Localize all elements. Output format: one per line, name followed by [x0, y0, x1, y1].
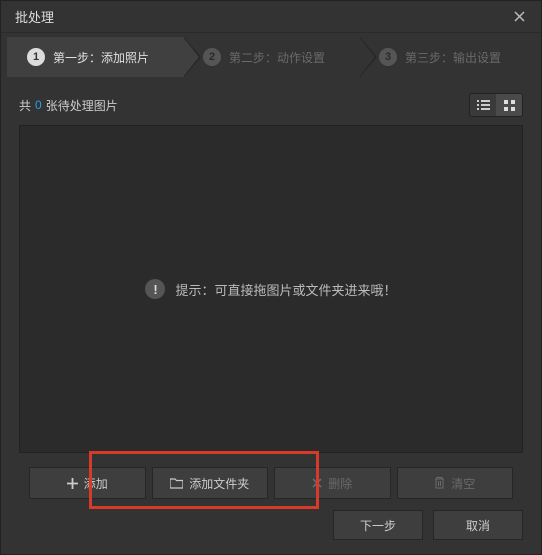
step-3-label: 第三步：输出设置 [405, 49, 501, 66]
next-button[interactable]: 下一步 [333, 510, 423, 540]
drop-area[interactable]: ! 提示：可直接拖图片或文件夹进来哦！ [19, 125, 523, 453]
titlebar: 批处理 [1, 1, 541, 33]
step-2[interactable]: 2 第二步：动作设置 [183, 37, 359, 77]
count-prefix: 共 [19, 97, 31, 114]
cancel-label: 取消 [466, 517, 490, 534]
step-3[interactable]: 3 第三步：输出设置 [359, 37, 535, 77]
step-1[interactable]: 1 第一步：添加照片 [7, 37, 183, 77]
folder-icon [170, 478, 183, 489]
window-title: 批处理 [15, 7, 505, 26]
grid-view-button[interactable] [496, 94, 522, 116]
plus-icon [67, 478, 78, 489]
count-row: 共 0 张待处理图片 [19, 93, 523, 117]
delete-icon [312, 478, 322, 488]
close-icon [514, 11, 525, 22]
step-3-number: 3 [379, 48, 397, 66]
batch-dialog: 批处理 1 第一步：添加照片 2 第二步：动作设置 3 第三步：输出设置 共 0… [0, 0, 542, 555]
view-toggle [469, 93, 523, 117]
footer: 下一步 取消 [333, 510, 523, 540]
add-folder-label: 添加文件夹 [189, 475, 249, 492]
next-label: 下一步 [360, 517, 396, 534]
delete-button: 删除 [274, 467, 391, 499]
hint-text: 提示：可直接拖图片或文件夹进来哦！ [175, 280, 396, 299]
action-row: 添加 添加文件夹 删除 清空 [19, 467, 523, 499]
cancel-button[interactable]: 取消 [433, 510, 523, 540]
step-2-label: 第二步：动作设置 [229, 49, 325, 66]
close-button[interactable] [505, 6, 533, 28]
add-folder-button[interactable]: 添加文件夹 [152, 467, 269, 499]
step-bar: 1 第一步：添加照片 2 第二步：动作设置 3 第三步：输出设置 [7, 37, 535, 77]
list-icon [477, 100, 490, 111]
count-value: 0 [35, 98, 42, 112]
grid-icon [504, 100, 515, 111]
step-1-number: 1 [27, 48, 45, 66]
step-2-number: 2 [203, 48, 221, 66]
list-view-button[interactable] [470, 94, 496, 116]
count-suffix: 张待处理图片 [46, 97, 118, 114]
clear-label: 清空 [451, 475, 475, 492]
content-area: 共 0 张待处理图片 [19, 93, 523, 499]
add-button[interactable]: 添加 [29, 467, 146, 499]
info-icon: ! [145, 279, 165, 299]
delete-label: 删除 [328, 475, 352, 492]
trash-icon [434, 477, 445, 489]
step-1-label: 第一步：添加照片 [53, 49, 149, 66]
clear-button: 清空 [397, 467, 514, 499]
add-label: 添加 [84, 475, 108, 492]
